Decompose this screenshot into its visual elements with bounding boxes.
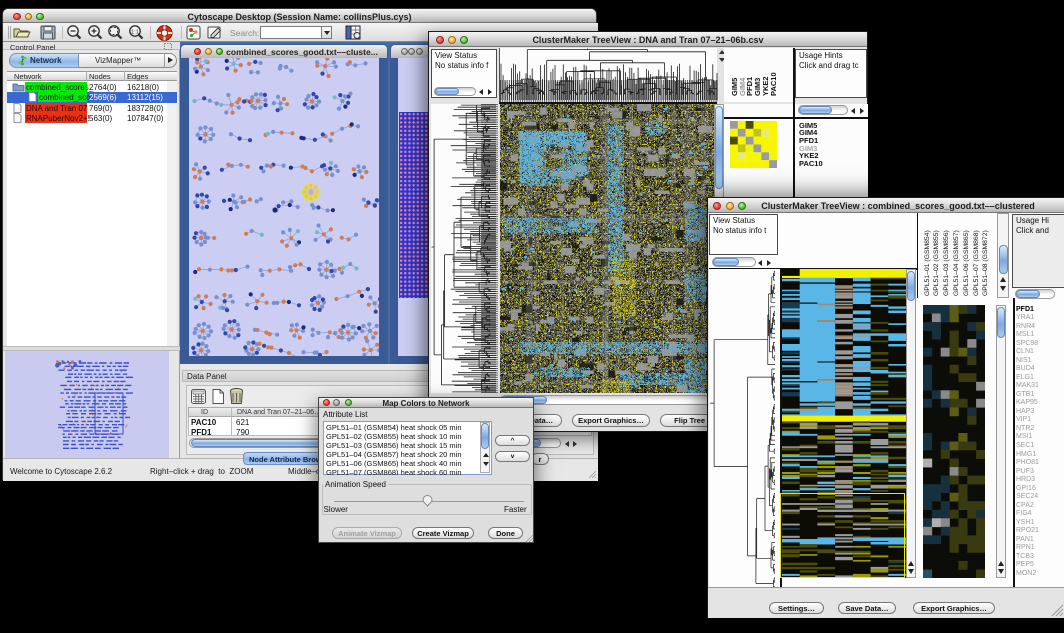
svg-text:1:1: 1:1	[131, 30, 139, 36]
